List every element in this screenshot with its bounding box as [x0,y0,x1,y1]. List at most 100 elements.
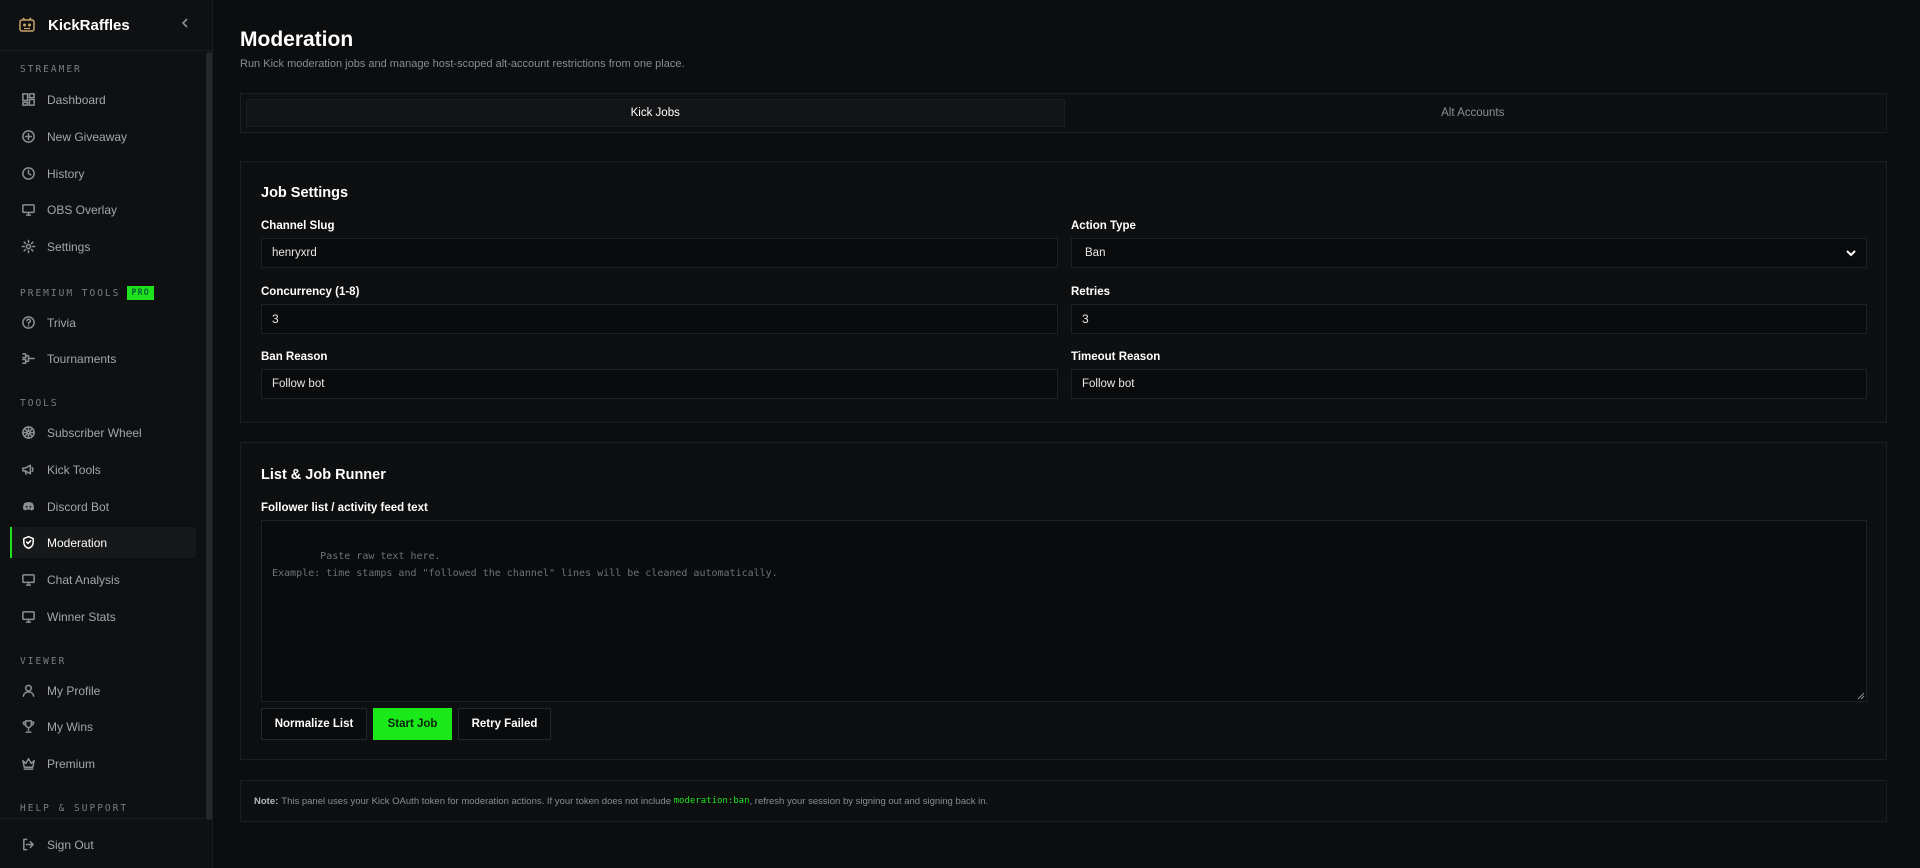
sidebar-item-obs-overlay[interactable]: OBS Overlay [10,194,196,225]
chevron-left-icon [181,18,188,28]
retry-failed-button[interactable]: Retry Failed [458,708,551,740]
user-icon [20,683,36,699]
tab-kick-jobs[interactable]: Kick Jobs [246,99,1065,127]
action-type-label: Action Type [1071,220,1136,232]
sidebar-item-label: Discord Bot [47,499,110,514]
section-label-viewer: VIEWER [20,656,67,667]
sign-out-label: Sign Out [47,837,94,852]
section-label-tools: TOOLS [20,398,59,409]
sidebar-item-label: Winner Stats [47,609,116,624]
concurrency-label: Concurrency (1-8) [261,286,360,298]
sidebar-item-discord-bot[interactable]: Discord Bot [10,491,196,522]
normalize-list-button[interactable]: Normalize List [261,708,367,740]
note-scope-code: moderation:ban [673,796,750,806]
sign-out-button[interactable]: Sign Out [10,829,196,860]
chevron-down-icon [1844,246,1858,260]
dashboard-icon [20,92,36,108]
page-title: Moderation [240,28,354,51]
resize-grip-icon[interactable] [1857,692,1865,700]
section-label-text: PREMIUM TOOLS [20,287,121,299]
sidebar-item-label: Chat Analysis [47,572,120,587]
sidebar-item-label: New Giveaway [47,129,128,144]
sidebar-divider [0,818,206,819]
sidebar-item-chat-analysis[interactable]: Chat Analysis [10,564,196,595]
follower-list-textarea[interactable]: Paste raw text here. Example: time stamp… [261,520,1867,702]
bracket-icon [20,351,36,367]
sidebar-item-label: OBS Overlay [47,202,118,217]
sidebar-scrollbar[interactable] [206,52,212,820]
sidebar-item-my-profile[interactable]: My Profile [10,675,196,706]
note-prefix: Note: [254,795,279,807]
kickraffles-logo-icon [18,16,36,34]
wheel-icon [20,425,36,441]
sidebar-item-my-wins[interactable]: My Wins [10,711,196,742]
oauth-note: Note: This panel uses your Kick OAuth to… [240,780,1887,822]
timeout-reason-label: Timeout Reason [1071,351,1161,363]
tab-alt-accounts[interactable]: Alt Accounts [1065,99,1882,127]
collapse-sidebar-button[interactable] [180,16,190,32]
sidebar-item-label: My Wins [47,719,93,734]
sidebar-item-label: Kick Tools [47,462,101,477]
retries-input[interactable]: 3 [1071,304,1867,334]
note-text-after: , refresh your session by signing out an… [749,795,989,807]
brand-name: KickRaffles [48,16,130,34]
channel-slug-label: Channel Slug [261,220,335,232]
follower-list-placeholder: Paste raw text here. Example: time stamp… [272,551,778,579]
ban-reason-input[interactable]: Follow bot [261,369,1058,399]
sidebar-item-winner-stats[interactable]: Winner Stats [10,601,196,632]
note-text-before: This panel uses your Kick OAuth token fo… [281,795,671,807]
job-settings-title: Job Settings [261,185,349,201]
sidebar-item-label: Moderation [47,535,108,550]
crown-icon [20,756,36,772]
sidebar-item-settings[interactable]: Settings [10,231,196,262]
sidebar-item-subscriber-wheel[interactable]: Subscriber Wheel [10,417,196,448]
monitor-icon [20,572,36,588]
retries-label: Retries [1071,286,1110,298]
monitor-icon [20,202,36,218]
sidebar-item-label: My Profile [47,683,101,698]
sidebar-item-label: Dashboard [47,92,106,107]
channel-slug-input[interactable]: henryxrd [261,238,1058,268]
page-subtitle: Run Kick moderation jobs and manage host… [240,58,685,70]
monitor-icon [20,609,36,625]
sidebar-item-kick-tools[interactable]: Kick Tools [10,454,196,485]
follower-list-label: Follower list / activity feed text [261,502,428,514]
job-settings-card: Job Settings Channel Slug henryxrd Actio… [240,161,1887,423]
sidebar-item-label: Premium [47,756,96,771]
app-root: KickRaffles STREAMER Dashboard New Givea… [0,0,1920,868]
logout-icon [20,837,36,853]
sidebar-item-label: History [47,166,85,181]
sidebar-item-tournaments[interactable]: Tournaments [10,343,196,374]
sidebar-item-label: Trivia [47,315,76,330]
concurrency-input[interactable]: 3 [261,304,1058,334]
plus-circle-icon [20,129,36,145]
job-runner-card: List & Job Runner Follower list / activi… [240,442,1887,760]
sidebar-item-label: Tournaments [47,351,117,366]
sidebar-item-moderation[interactable]: Moderation [10,527,196,558]
sidebar-item-history[interactable]: History [10,158,196,189]
start-job-button[interactable]: Start Job [373,708,452,740]
section-label-help-support: HELP & SUPPORT [20,803,129,814]
clock-icon [20,166,36,182]
trophy-icon [20,719,36,735]
ban-reason-label: Ban Reason [261,351,328,363]
sidebar-item-dashboard[interactable]: Dashboard [10,84,196,115]
timeout-reason-input[interactable]: Follow bot [1071,369,1867,399]
shield-icon [20,535,36,551]
main-content: Moderation Run Kick moderation jobs and … [213,0,1920,868]
sidebar-item-premium[interactable]: Premium [10,748,196,779]
job-runner-title: List & Job Runner [261,467,386,483]
pro-badge: PRO [127,286,154,300]
sidebar-item-new-giveaway[interactable]: New Giveaway [10,121,196,152]
sidebar: KickRaffles STREAMER Dashboard New Givea… [0,0,213,868]
section-label-streamer: STREAMER [20,64,82,75]
brand-header: KickRaffles [0,0,212,51]
section-label-premium-tools: PREMIUM TOOLS PRO [0,286,154,300]
action-type-select[interactable]: Ban [1071,238,1867,268]
gear-icon [20,239,36,255]
discord-icon [20,499,36,515]
sidebar-item-trivia[interactable]: Trivia [10,307,196,338]
tab-bar: Kick Jobs Alt Accounts [240,93,1887,133]
sidebar-item-label: Subscriber Wheel [47,425,142,440]
sidebar-item-label: Settings [47,239,91,254]
